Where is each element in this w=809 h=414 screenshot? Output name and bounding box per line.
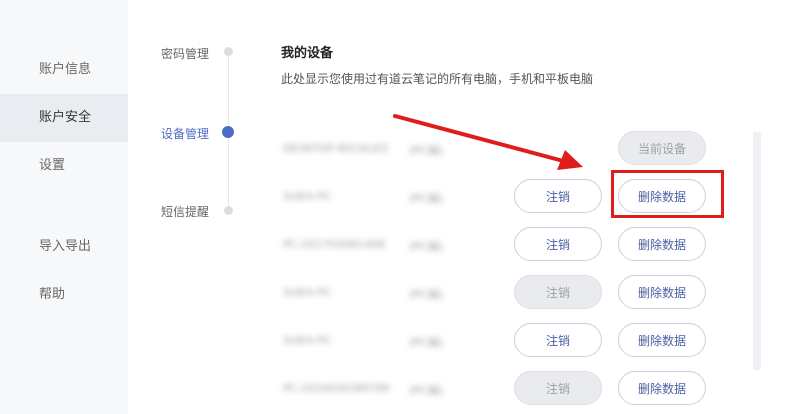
device-name: SUEH-PC bbox=[283, 286, 332, 299]
sidebar-item-import-export[interactable]: 导入导出 bbox=[0, 223, 128, 271]
delete-data-button[interactable]: 删除数据 bbox=[618, 275, 706, 309]
logout-button-disabled: 注销 bbox=[514, 371, 602, 405]
logout-button[interactable]: 注销 bbox=[514, 323, 602, 357]
device-type: (PC端) bbox=[409, 336, 443, 349]
current-device-button: 当前设备 bbox=[618, 131, 706, 165]
device-type: (PC端) bbox=[409, 144, 443, 157]
device-name: DESKTOP-8SCALEO bbox=[283, 142, 389, 155]
sidebar-item-help[interactable]: 帮助 bbox=[0, 271, 128, 319]
device-type: (PC端) bbox=[409, 288, 443, 301]
sidebar-item-account-security[interactable]: 账户安全 bbox=[0, 94, 128, 142]
delete-data-button[interactable]: 删除数据 bbox=[618, 179, 706, 213]
sidebar-item-settings[interactable]: 设置 bbox=[0, 142, 128, 190]
device-type: (PC端) bbox=[409, 240, 443, 253]
sidebar: 账户信息 账户安全 设置 导入导出 帮助 bbox=[0, 0, 128, 414]
panel-divider bbox=[128, 0, 137, 414]
device-type: (PC端) bbox=[409, 192, 443, 205]
logout-button-disabled: 注销 bbox=[514, 275, 602, 309]
step-device-management[interactable]: 设备管理 bbox=[161, 125, 209, 142]
content-panel: 密码管理 设备管理 短信提醒 我的设备 此处显示您使用过有道云笔记的所有电脑，手… bbox=[137, 0, 809, 414]
delete-data-button[interactable]: 删除数据 bbox=[618, 371, 706, 405]
delete-data-button[interactable]: 删除数据 bbox=[618, 227, 706, 261]
delete-data-button[interactable]: 删除数据 bbox=[618, 323, 706, 357]
section-title: 我的设备 bbox=[281, 46, 334, 61]
step-dot-device bbox=[222, 126, 234, 138]
logout-button[interactable]: 注销 bbox=[514, 227, 602, 261]
device-name: SUEH-PC bbox=[283, 334, 332, 347]
section-description: 此处显示您使用过有道云笔记的所有电脑，手机和平板电脑 bbox=[281, 72, 594, 86]
scrollbar[interactable] bbox=[753, 132, 761, 370]
device-name: PC-201703061406 bbox=[283, 238, 386, 251]
device-type: (PC端) bbox=[409, 384, 443, 397]
sidebar-item-account-info[interactable]: 账户信息 bbox=[0, 46, 128, 94]
step-dot-sms bbox=[224, 206, 233, 215]
annotation-arrow-icon bbox=[393, 114, 583, 170]
step-dot-password bbox=[224, 47, 233, 56]
step-sms-reminder[interactable]: 短信提醒 bbox=[161, 203, 209, 220]
device-name: SUEH-PC bbox=[283, 190, 332, 203]
device-name: PC-20160303RFOM bbox=[283, 382, 390, 395]
logout-button[interactable]: 注销 bbox=[514, 179, 602, 213]
step-password-management[interactable]: 密码管理 bbox=[161, 45, 209, 62]
